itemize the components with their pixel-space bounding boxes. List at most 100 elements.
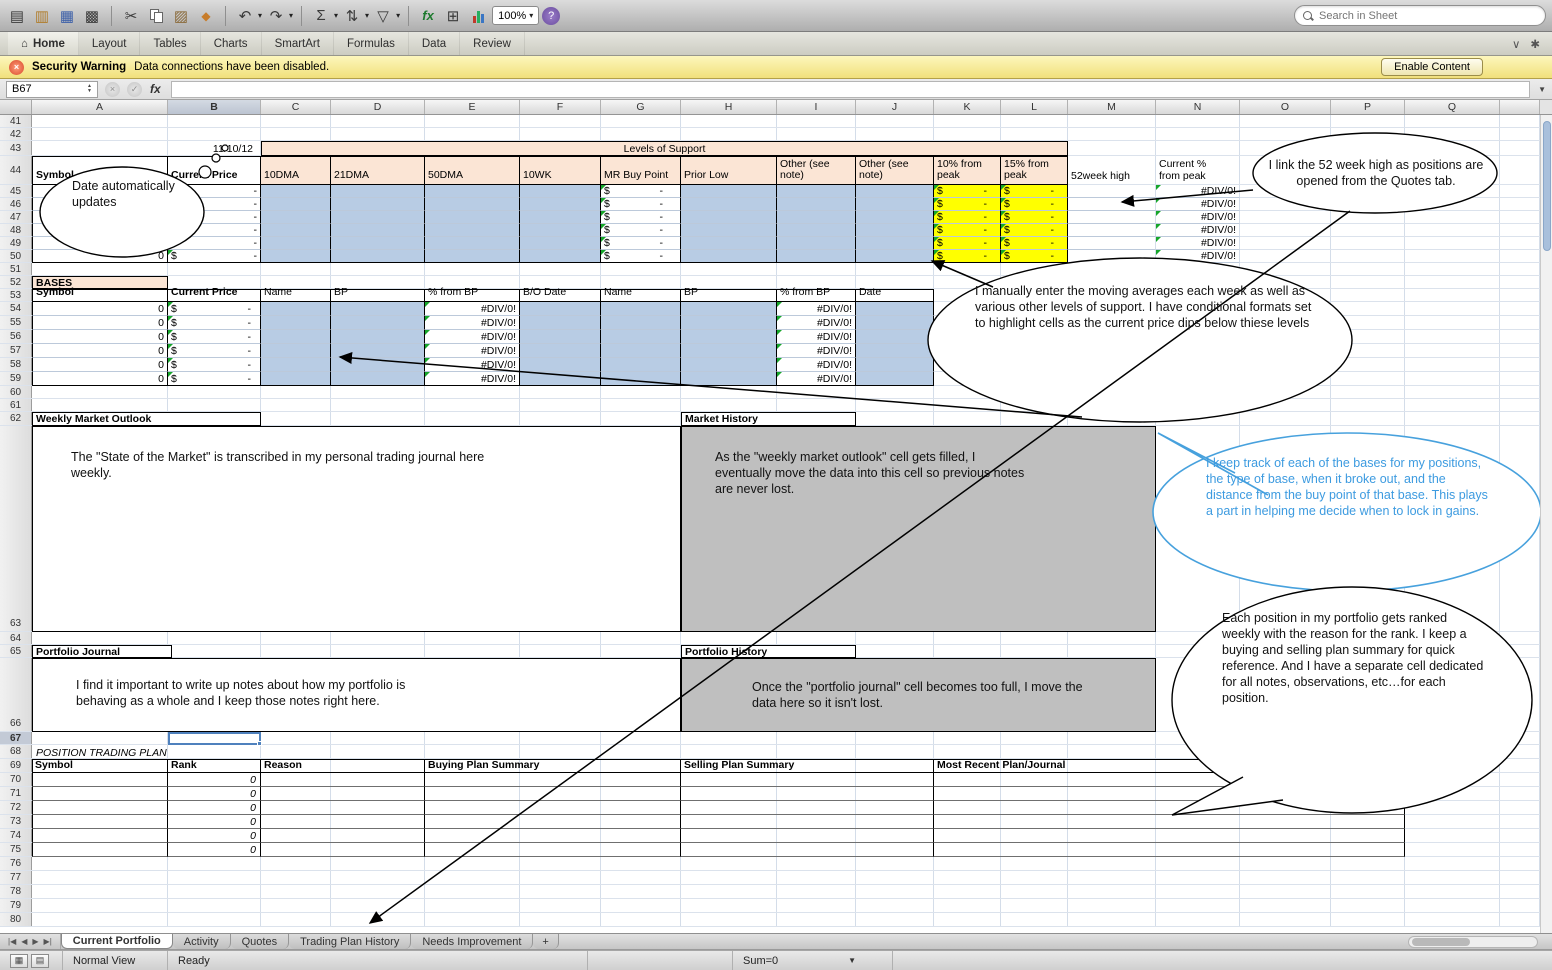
column-header[interactable]: E [425, 100, 520, 114]
row-header[interactable]: 72 [0, 801, 32, 814]
cell[interactable]: $ - [168, 372, 261, 386]
row-cells[interactable] [32, 386, 1540, 398]
cell[interactable] [681, 237, 777, 250]
cell[interactable] [601, 344, 681, 358]
formula-input[interactable] [170, 80, 1531, 98]
column-header[interactable]: L [1001, 100, 1068, 114]
cell[interactable] [934, 787, 1405, 801]
bases-column-header[interactable]: % from BP [777, 287, 856, 302]
row-header[interactable]: 55 [0, 316, 32, 329]
row-header[interactable]: 59 [0, 372, 32, 385]
plan-column-header[interactable]: Selling Plan Summary [681, 759, 934, 773]
sheet-tab[interactable]: Needs Improvement [411, 934, 534, 949]
cell[interactable]: #DIV/0! [1156, 250, 1240, 263]
cell[interactable] [261, 344, 331, 358]
row-cells[interactable] [32, 115, 1540, 127]
cell[interactable] [601, 372, 681, 386]
selected-cell-B67[interactable] [168, 732, 262, 746]
cell[interactable] [261, 237, 331, 250]
cell[interactable]: #DIV/0! [425, 344, 520, 358]
cell[interactable] [520, 372, 601, 386]
cell[interactable] [331, 358, 425, 372]
cell[interactable] [520, 237, 601, 250]
cell[interactable] [681, 815, 934, 829]
cell[interactable] [681, 773, 934, 787]
column-header[interactable]: N [1156, 100, 1240, 114]
row-cells[interactable] [32, 857, 1540, 870]
plan-column-header[interactable]: Symbol [32, 759, 168, 773]
row-header[interactable]: 46 [0, 198, 32, 210]
row-cells[interactable] [32, 913, 1540, 926]
cell[interactable]: #DIV/0! [777, 344, 856, 358]
cell[interactable] [681, 801, 934, 815]
row-header[interactable]: 60 [0, 386, 32, 398]
help-button[interactable]: ? [542, 6, 561, 25]
cell[interactable]: #DIV/0! [1156, 198, 1240, 211]
cell[interactable]: $ - [1001, 198, 1068, 211]
cell-date[interactable]: 11/10/12 [168, 141, 261, 156]
page-layout-view-button[interactable]: ▤ [31, 953, 49, 968]
row-header[interactable]: 51 [0, 263, 32, 275]
cell[interactable]: $ - [168, 344, 261, 358]
row-header[interactable]: 58 [0, 358, 32, 371]
cell[interactable] [425, 198, 520, 211]
cell[interactable] [681, 185, 777, 198]
cell[interactable] [856, 198, 934, 211]
sheet-tab[interactable]: Quotes [230, 934, 290, 949]
plan-column-header[interactable]: Reason [261, 759, 425, 773]
cell[interactable]: - [168, 237, 261, 250]
cell[interactable] [681, 330, 777, 344]
cell[interactable]: #DIV/0! [425, 316, 520, 330]
open-icon[interactable]: ▥ [31, 4, 53, 28]
cell[interactable]: $ - [934, 211, 1001, 224]
cell[interactable]: #DIV/0! [777, 330, 856, 344]
cell[interactable] [520, 330, 601, 344]
row-header[interactable]: 70 [0, 773, 32, 786]
gear-icon[interactable]: ✱ [1530, 37, 1540, 51]
cell[interactable] [681, 787, 934, 801]
cell[interactable] [777, 198, 856, 211]
bases-column-header[interactable]: BP [331, 287, 425, 302]
levels-of-support-title[interactable]: Levels of Support [261, 141, 1068, 156]
cell[interactable] [601, 316, 681, 330]
row-header[interactable]: 76 [0, 857, 32, 870]
support-column-header[interactable]: 15% from peak [1001, 156, 1068, 185]
cell[interactable] [32, 224, 168, 237]
cell[interactable] [425, 237, 520, 250]
row-header[interactable]: 68 [0, 745, 32, 758]
tab-review[interactable]: Review [460, 32, 525, 55]
bases-column-header[interactable]: BP [681, 287, 777, 302]
cell[interactable] [425, 801, 681, 815]
portfolio-journal-header[interactable]: Portfolio Journal [32, 645, 172, 658]
cell[interactable] [777, 185, 856, 198]
column-header[interactable]: B [168, 100, 261, 114]
tab-formulas[interactable]: Formulas [334, 32, 409, 55]
new-document-icon[interactable]: ▤ [6, 4, 28, 28]
cell[interactable] [856, 185, 934, 198]
cell[interactable] [681, 358, 777, 372]
support-column-header[interactable]: Other (see note) [856, 156, 934, 185]
cell[interactable] [425, 185, 520, 198]
cell[interactable]: #DIV/0! [1156, 185, 1240, 198]
autosum-button[interactable]: Σ [310, 4, 332, 28]
support-column-header[interactable]: 10WK [520, 156, 601, 185]
tab-layout[interactable]: Layout [79, 32, 141, 55]
column-header[interactable]: A [32, 100, 168, 114]
cell[interactable]: $ - [1001, 211, 1068, 224]
collapse-ribbon-icon[interactable]: ∨ [1512, 37, 1520, 51]
tab-data[interactable]: Data [409, 32, 461, 55]
function-icon[interactable]: fx [150, 82, 161, 96]
chart-icon[interactable] [467, 4, 489, 28]
row-header[interactable]: 69 [0, 759, 32, 772]
sum-indicator[interactable]: Sum=0 ▼ [733, 951, 893, 970]
cell[interactable] [261, 773, 425, 787]
cell[interactable] [1068, 211, 1156, 224]
cell[interactable] [32, 237, 168, 250]
cell[interactable] [1068, 185, 1156, 198]
cell[interactable] [856, 330, 934, 344]
column-header[interactable]: J [856, 100, 934, 114]
row-header[interactable]: 74 [0, 829, 32, 842]
cell[interactable] [1068, 224, 1156, 237]
cell[interactable]: $ - [1001, 185, 1068, 198]
cell[interactable]: 0 [32, 372, 168, 386]
